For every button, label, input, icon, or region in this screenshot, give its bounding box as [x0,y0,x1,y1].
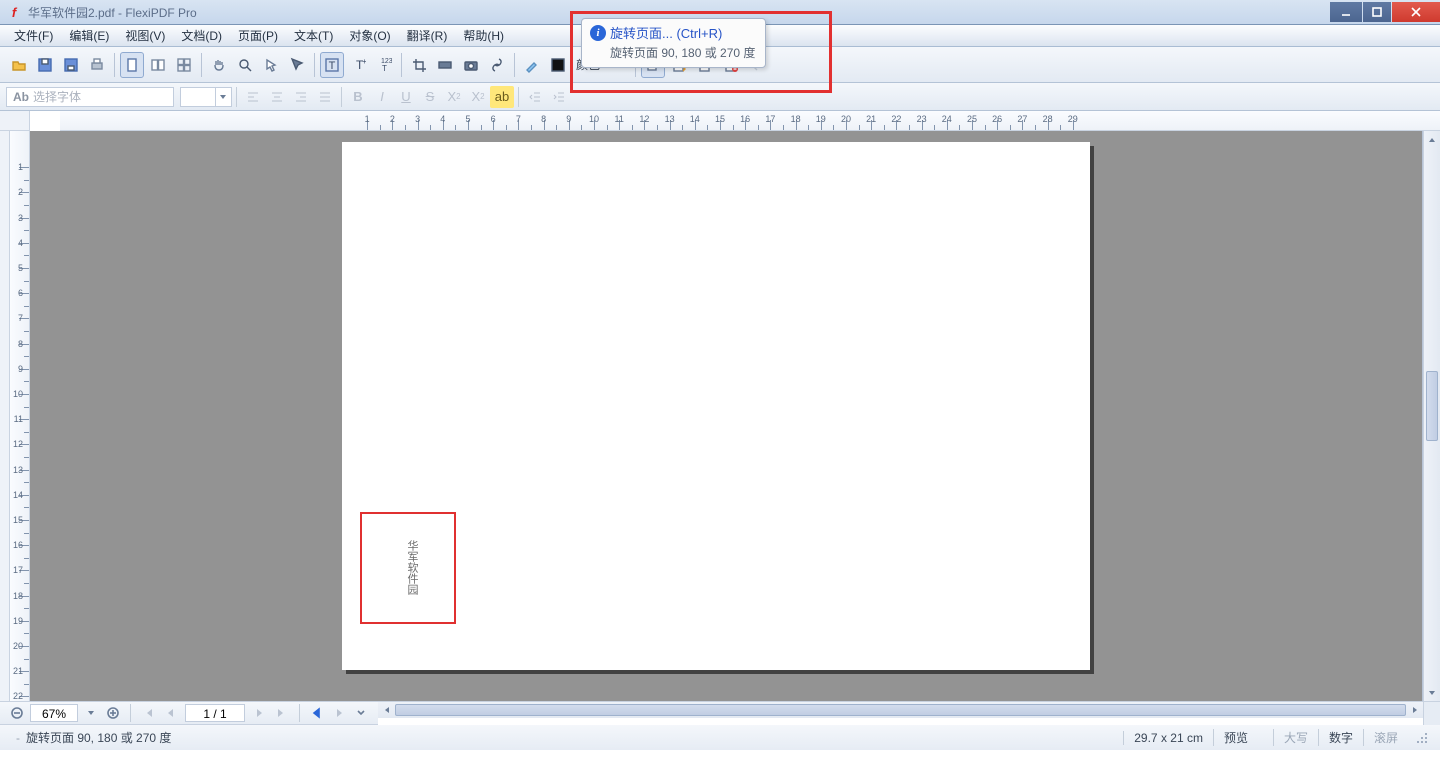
status-scroll: 滚屏 [1363,729,1408,746]
bold-icon[interactable]: B [346,86,370,108]
nav-overflow-icon[interactable] [351,703,371,723]
crop-tool-icon[interactable] [407,52,431,78]
link-tool-icon[interactable] [485,52,509,78]
two-page-view-icon[interactable] [146,52,170,78]
status-dimensions: 29.7 x 21 cm [1123,731,1213,745]
menu-document[interactable]: 文档(D) [173,25,230,46]
pdf-page[interactable]: 华军软件园 [342,142,1090,670]
status-preview[interactable]: 预览 [1213,729,1273,746]
highlighter-tool-icon[interactable] [520,52,544,78]
zoom-dropdown-icon[interactable] [81,703,101,723]
document-canvas[interactable]: 华军软件园 [30,131,1423,701]
status-bar: - 旋转页面 90, 180 或 270 度 29.7 x 21 cm 预览 大… [0,725,1440,750]
menu-object[interactable]: 对象(O) [341,25,398,46]
svg-text:T: T [329,60,336,72]
select-tool-icon[interactable] [285,52,309,78]
dropdown-caret-icon[interactable] [215,88,229,106]
resize-grip-icon[interactable] [1414,730,1430,746]
format-toolbar: Ab 选择字体 B I U S X2 X2 ab [0,83,1440,111]
font-prefix-label: Ab [13,90,29,104]
vertical-ruler[interactable]: 12345678910111213141516171819202122 [10,131,30,701]
zoom-tool-icon[interactable] [233,52,257,78]
print-icon[interactable] [85,52,109,78]
status-hint: 旋转页面 90, 180 或 270 度 [26,729,171,746]
text-tool-icon[interactable]: T [320,52,344,78]
zoom-in-button[interactable] [103,703,123,723]
horizontal-scroll-thumb[interactable] [395,704,1406,716]
ruler-left-margin [0,131,10,701]
prev-page-button[interactable] [160,703,180,723]
save-as-icon[interactable] [59,52,83,78]
window-minimize-button[interactable] [1330,2,1362,22]
page-number-field[interactable]: 1 / 1 [185,704,245,722]
svg-text:T: T [382,64,387,73]
scrollbar-corner [1423,701,1440,725]
align-center-icon[interactable] [265,86,289,108]
menu-page[interactable]: 页面(P) [230,25,286,46]
menu-edit[interactable]: 编辑(E) [61,25,117,46]
font-family-field[interactable]: Ab 选择字体 [6,87,174,107]
color-swatch-icon[interactable] [546,52,570,78]
vertical-text-icon[interactable]: 123T [372,52,396,78]
last-page-button[interactable] [272,703,292,723]
single-page-view-icon[interactable] [120,52,144,78]
info-icon: i [590,25,606,41]
menu-file[interactable]: 文件(F) [6,25,61,46]
tooltip-title: 旋转页面... (Ctrl+R) [610,23,722,42]
underline-icon[interactable]: U [394,86,418,108]
horizontal-scrollbar[interactable] [378,701,1423,718]
pointer-tool-icon[interactable] [259,52,283,78]
horizontal-ruler[interactable]: 1234567891011121314151617181920212223242… [60,111,1440,131]
italic-icon[interactable]: I [370,86,394,108]
align-left-icon[interactable] [241,86,265,108]
subscript-icon[interactable]: X2 [466,86,490,108]
align-right-icon[interactable] [289,86,313,108]
status-num: 数字 [1318,729,1363,746]
strikethrough-icon[interactable]: S [418,86,442,108]
menu-translate[interactable]: 翻译(R) [399,25,456,46]
tooltip-description: 旋转页面 90, 180 或 270 度 [610,44,755,61]
text-plus-icon[interactable]: T+ [346,52,370,78]
app-icon: f [6,4,22,20]
ruler-corner [0,111,30,131]
nav-back-button[interactable] [307,703,327,723]
highlight-icon[interactable]: ab [490,86,514,108]
page-vertical-text: 华军软件园 [404,540,420,595]
menu-help[interactable]: 帮助(H) [455,25,512,46]
vertical-scroll-thumb[interactable] [1426,371,1438,441]
menu-view[interactable]: 视图(V) [117,25,173,46]
snapshot-tool-icon[interactable] [459,52,483,78]
scroll-up-icon[interactable] [1424,131,1440,148]
window-close-button[interactable] [1392,2,1440,22]
vertical-scrollbar[interactable] [1423,131,1440,701]
status-dash: - [16,731,20,745]
indent-right-icon[interactable] [547,86,571,108]
font-size-field[interactable] [180,87,232,107]
window-maximize-button[interactable] [1363,2,1391,22]
zoom-out-button[interactable] [7,703,27,723]
scroll-right-icon[interactable] [1406,702,1423,718]
page-navigation-bar: 67% 1 / 1 [0,701,378,725]
zoom-value[interactable]: 67% [30,704,78,722]
continuous-view-icon[interactable] [172,52,196,78]
nav-forward-button[interactable] [329,703,349,723]
rotate-page-tooltip: i 旋转页面... (Ctrl+R) 旋转页面 90, 180 或 270 度 [581,18,766,68]
save-icon[interactable] [33,52,57,78]
menu-text[interactable]: 文本(T) [286,25,341,46]
font-placeholder: 选择字体 [33,88,81,105]
scroll-down-icon[interactable] [1424,684,1440,701]
next-page-button[interactable] [250,703,270,723]
superscript-icon[interactable]: X2 [442,86,466,108]
first-page-button[interactable] [138,703,158,723]
redact-tool-icon[interactable] [433,52,457,78]
align-justify-icon[interactable] [313,86,337,108]
status-caps: 大写 [1273,729,1318,746]
open-icon[interactable] [7,52,31,78]
scroll-left-icon[interactable] [378,702,395,718]
hand-tool-icon[interactable] [207,52,231,78]
indent-left-icon[interactable] [523,86,547,108]
svg-text:+: + [362,57,366,66]
